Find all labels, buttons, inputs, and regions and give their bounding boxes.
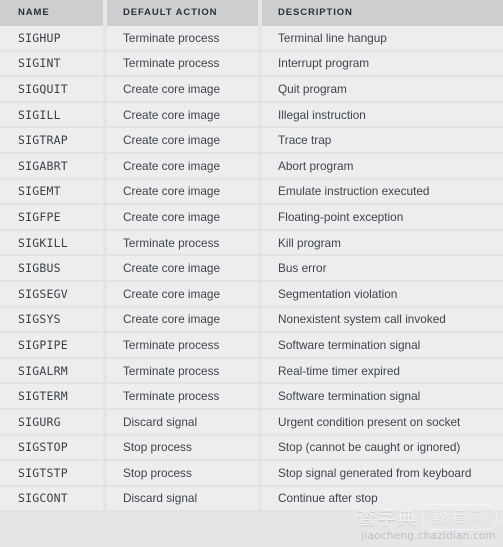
cell-description: Terminal line hangup xyxy=(278,30,387,45)
column-header-default-action: DEFAULT ACTION xyxy=(123,7,218,18)
table-header-row: NAME DEFAULT ACTION DESCRIPTION xyxy=(0,0,503,26)
cell-description: Stop (cannot be caught or ignored) xyxy=(278,440,461,455)
table-body: SIGHUP Terminate process Terminal line han… xyxy=(0,26,503,513)
cell-default-action: Create core image xyxy=(123,209,221,224)
table-row: SIGSEGV Create core image Segmentation vio… xyxy=(0,281,503,308)
table-row: SIGHUP Terminate process Terminal line han… xyxy=(0,26,503,52)
cell-description: Software termination signal xyxy=(278,389,421,404)
cell-description: Kill program xyxy=(278,235,341,250)
cell-description: Bus error xyxy=(278,261,327,276)
cell-signal-name: SIGABRT xyxy=(18,158,68,173)
table-row: SIGILL Create core image Illegal instructi… xyxy=(0,102,503,129)
table-row: SIGALRM Terminate process Real-time timer … xyxy=(0,358,503,385)
cell-signal-name: SIGSEGV xyxy=(18,286,68,301)
cell-description: Interrupt program xyxy=(278,56,370,71)
cell-signal-name: SIGILL xyxy=(18,107,61,122)
cell-default-action: Create core image xyxy=(123,133,221,148)
cell-signal-name: SIGPIPE xyxy=(18,337,68,352)
table-row: SIGQUIT Create core image Quit program xyxy=(0,77,503,103)
table-row: SIGCONT Discard signal Continue after stop xyxy=(0,486,503,513)
cell-signal-name: SIGTSTP xyxy=(18,465,68,480)
cell-default-action: Terminate process xyxy=(123,337,220,352)
watermark-url: jiaocheng.chazidian.com xyxy=(361,530,496,542)
cell-signal-name: SIGQUIT xyxy=(18,81,68,96)
cell-default-action: Create core image xyxy=(123,107,221,122)
cell-description: Trace trap xyxy=(278,133,332,148)
cell-description: Abort program xyxy=(278,158,354,173)
cell-default-action: Create core image xyxy=(123,286,221,301)
cell-signal-name: SIGINT xyxy=(18,56,61,71)
cell-default-action: Create core image xyxy=(123,81,221,96)
cell-description: Urgent condition present on socket xyxy=(278,414,461,429)
cell-default-action: Stop process xyxy=(123,440,192,455)
cell-description: Real-time timer expired xyxy=(278,363,400,378)
cell-default-action: Terminate process xyxy=(123,56,220,71)
cell-default-action: Stop process xyxy=(123,465,192,480)
cell-signal-name: SIGURG xyxy=(18,414,61,429)
cell-description: Stop signal generated from keyboard xyxy=(278,465,472,480)
table-row: SIGSYS Create core image Nonexistent syste… xyxy=(0,307,503,334)
cell-default-action: Create core image xyxy=(123,261,221,276)
table-row: SIGFPE Create core image Floating-point ex… xyxy=(0,205,503,231)
table-row: SIGEMT Create core image Emulate instructi… xyxy=(0,179,503,206)
table-row: SIGTERM Terminate process Software termina… xyxy=(0,384,503,410)
column-header-description: DESCRIPTION xyxy=(278,7,353,18)
cell-default-action: Create core image xyxy=(123,184,221,199)
table-row: SIGURG Discard signal Urgent condition pre… xyxy=(0,409,503,436)
table-row: SIGINT Terminate process Interrupt program xyxy=(0,51,503,78)
table-row: SIGSTOP Stop process Stop (cannot be caugh… xyxy=(0,435,503,462)
table-row: SIGBUS Create core image Bus error xyxy=(0,256,503,282)
cell-signal-name: SIGHUP xyxy=(18,30,61,45)
cell-default-action: Create core image xyxy=(123,312,221,327)
table-row: SIGPIPE Terminate process Software termina… xyxy=(0,333,503,359)
cell-description: Illegal instruction xyxy=(278,107,366,122)
cell-description: Segmentation violation xyxy=(278,286,398,301)
table-row: SIGABRT Create core image Abort program xyxy=(0,153,503,180)
cell-description: Continue after stop xyxy=(278,491,378,506)
cell-description: Emulate instruction executed xyxy=(278,184,430,199)
table-row: SIGTSTP Stop process Stop signal generated… xyxy=(0,461,503,487)
table-row: SIGTRAP Create core image Trace trap xyxy=(0,128,503,154)
cell-default-action: Terminate process xyxy=(123,363,220,378)
cell-default-action: Terminate process xyxy=(123,389,220,404)
cell-signal-name: SIGBUS xyxy=(18,261,61,276)
cell-default-action: Terminate process xyxy=(123,235,220,250)
cell-description: Quit program xyxy=(278,81,347,96)
cell-signal-name: SIGEMT xyxy=(18,184,61,199)
cell-default-action: Terminate process xyxy=(123,30,220,45)
column-header-name: NAME xyxy=(18,7,50,18)
cell-description: Software termination signal xyxy=(278,337,421,352)
cell-description: Floating-point exception xyxy=(278,209,404,224)
cell-default-action: Discard signal xyxy=(123,491,198,506)
cell-signal-name: SIGCONT xyxy=(18,491,68,506)
cell-default-action: Discard signal xyxy=(123,414,198,429)
cell-default-action: Create core image xyxy=(123,158,221,173)
cell-signal-name: SIGKILL xyxy=(18,235,68,250)
cell-signal-name: SIGALRM xyxy=(18,363,68,378)
cell-signal-name: SIGSTOP xyxy=(18,440,68,455)
table-row: SIGKILL Terminate process Kill program xyxy=(0,230,503,257)
cell-signal-name: SIGSYS xyxy=(18,312,61,327)
cell-description: Nonexistent system call invoked xyxy=(278,312,446,327)
signal-table: NAME DEFAULT ACTION DESCRIPTION SIGHUP Te… xyxy=(0,0,503,547)
cell-signal-name: SIGTRAP xyxy=(18,133,68,148)
cell-signal-name: SIGFPE xyxy=(18,209,61,224)
cell-signal-name: SIGTERM xyxy=(18,389,68,404)
